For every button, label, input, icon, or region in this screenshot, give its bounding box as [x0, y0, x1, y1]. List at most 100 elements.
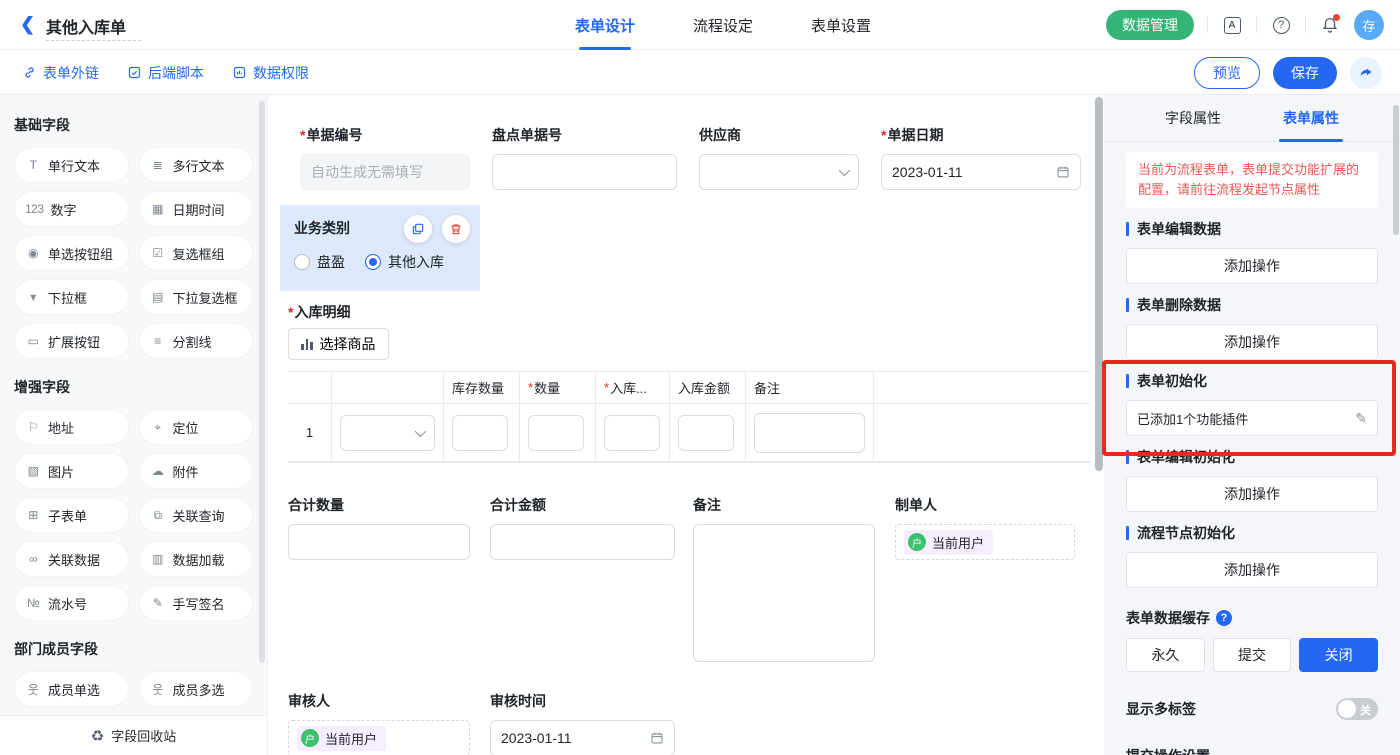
total-qty-input[interactable]: [288, 524, 470, 560]
field-pill[interactable]: ▥ 数据加载: [139, 541, 254, 577]
field-pill[interactable]: ⌖ 定位: [139, 409, 254, 445]
field-auditor[interactable]: 审核人 户 当前用户: [288, 691, 470, 755]
tab-field-properties[interactable]: 字段属性: [1165, 95, 1221, 142]
help-circle-icon[interactable]: ?: [1216, 610, 1232, 626]
member-multi-icon: 웃: [150, 681, 166, 698]
delete-icon[interactable]: [442, 215, 470, 243]
field-total-amt[interactable]: 合计金额: [490, 495, 675, 560]
address-book-icon[interactable]: A: [1221, 14, 1243, 36]
field-check-no[interactable]: 盘点单据号: [492, 125, 677, 190]
share-button[interactable]: [1350, 57, 1382, 89]
delete-data-add-button[interactable]: 添加操作: [1126, 324, 1378, 360]
field-label: 单据日期: [881, 125, 1081, 145]
radio-option-panying[interactable]: 盘盈: [294, 252, 345, 272]
qty-input[interactable]: [528, 415, 584, 451]
field-pill[interactable]: ▤ 下拉复选框: [139, 279, 254, 315]
tab-form-design[interactable]: 表单设计: [575, 0, 635, 50]
header-filler: [874, 372, 1090, 403]
remark-textarea[interactable]: [693, 524, 875, 662]
field-pill[interactable]: ☑ 复选框组: [139, 235, 254, 271]
cache-option-close[interactable]: 关闭: [1299, 638, 1378, 672]
field-pill[interactable]: T 单行文本: [14, 147, 129, 183]
checkbox-group-icon: ☑: [150, 246, 166, 260]
product-select[interactable]: [340, 415, 435, 451]
data-manage-button[interactable]: 数据管理: [1106, 10, 1194, 40]
notification-bell-icon[interactable]: [1319, 14, 1341, 36]
stock-qty-input[interactable]: [452, 415, 508, 451]
field-biz-type-selected[interactable]: 业务类别 盘盈 其他入库: [280, 205, 480, 291]
save-button[interactable]: 保存: [1273, 57, 1337, 89]
supplier-select[interactable]: [699, 154, 859, 190]
edit-pencil-icon[interactable]: ✎: [1355, 410, 1367, 427]
field-audit-time[interactable]: 审核时间 2023-01-11: [490, 691, 675, 755]
inbound-amount-input[interactable]: [678, 415, 734, 451]
field-pill[interactable]: ≣ 多行文本: [139, 147, 254, 183]
header-product: [332, 372, 444, 403]
field-pill[interactable]: ≡ 分割线: [139, 323, 254, 359]
field-pill[interactable]: ▦ 日期时间: [139, 191, 254, 227]
auditor-box[interactable]: 户 当前用户: [288, 720, 470, 755]
field-pill[interactable]: № 流水号: [14, 585, 129, 621]
canvas-scrollbar[interactable]: [1095, 97, 1103, 471]
tab-form-setting[interactable]: 表单设置: [811, 0, 871, 50]
data-permission-button[interactable]: 数据权限: [232, 63, 309, 83]
inbound-input[interactable]: [604, 415, 660, 451]
field-pill-label: 下拉复选框: [173, 288, 238, 307]
cache-option-submit[interactable]: 提交: [1213, 638, 1292, 672]
section-title-member: 部门成员字段: [14, 639, 253, 659]
field-pill[interactable]: ▭ 扩展按钮: [14, 323, 129, 359]
datetime-icon: ▦: [150, 202, 166, 216]
form-init-plugin-box[interactable]: 已添加1个功能插件 ✎: [1126, 400, 1378, 436]
user-avatar[interactable]: 存: [1354, 10, 1384, 40]
total-amt-input[interactable]: [490, 524, 675, 560]
field-pill[interactable]: 123 数字: [14, 191, 129, 227]
field-pill[interactable]: ◉ 单选按钮组: [14, 235, 129, 271]
pick-product-button[interactable]: 选择商品: [288, 328, 389, 360]
help-icon[interactable]: ?: [1270, 14, 1292, 36]
field-doc-date[interactable]: 单据日期 2023-01-11: [881, 125, 1081, 190]
cache-option-forever[interactable]: 永久: [1126, 638, 1205, 672]
doc-no-input[interactable]: [300, 154, 470, 190]
field-pill[interactable]: ⚐ 地址: [14, 409, 129, 445]
creator-box[interactable]: 户 当前用户: [895, 524, 1075, 560]
preview-button[interactable]: 预览: [1194, 57, 1260, 89]
doc-date-input[interactable]: 2023-01-11: [881, 154, 1081, 190]
tab-form-properties[interactable]: 表单属性: [1283, 95, 1339, 142]
field-recycle-bin[interactable]: ♻ 字段回收站: [0, 715, 267, 755]
field-pill[interactable]: ▧ 图片: [14, 453, 129, 489]
edit-data-add-button[interactable]: 添加操作: [1126, 248, 1378, 284]
field-pill[interactable]: ✎ 手写签名: [139, 585, 254, 621]
field-pill[interactable]: ⧉ 关联查询: [139, 497, 254, 533]
field-doc-no[interactable]: 单据编号: [300, 125, 470, 190]
field-supplier[interactable]: 供应商: [699, 125, 859, 190]
node-init-add-button[interactable]: 添加操作: [1126, 552, 1378, 588]
field-pill[interactable]: ▾ 下拉框: [14, 279, 129, 315]
field-pill[interactable]: 웃 成员单选: [14, 671, 129, 707]
field-pill[interactable]: ⊞ 子表单: [14, 497, 129, 533]
copy-icon[interactable]: [404, 215, 432, 243]
detail-label: 入库明细: [288, 302, 350, 322]
single-line-text-icon: T: [25, 158, 41, 172]
check-no-input[interactable]: [492, 154, 677, 190]
sidebar-scrollbar[interactable]: [259, 101, 265, 663]
radio-selected-icon: [365, 254, 381, 270]
tab-flow-setting[interactable]: 流程设定: [693, 0, 753, 50]
signature-icon: ✎: [150, 596, 166, 610]
field-creator[interactable]: 制单人 户 当前用户: [895, 495, 1075, 560]
external-link-button[interactable]: 表单外链: [22, 63, 99, 83]
edit-init-add-button[interactable]: 添加操作: [1126, 476, 1378, 512]
field-pill[interactable]: 웃 成员多选: [139, 671, 254, 707]
field-remark[interactable]: 备注: [693, 495, 875, 665]
field-total-qty[interactable]: 合计数量: [288, 495, 470, 560]
audit-time-input[interactable]: 2023-01-11: [490, 720, 675, 755]
backend-script-button[interactable]: 后端脚本: [127, 63, 204, 83]
section-bar: [1126, 298, 1129, 312]
back-icon[interactable]: ❮: [20, 14, 35, 35]
remark-input[interactable]: [754, 413, 865, 453]
field-pill[interactable]: ☁ 附件: [139, 453, 254, 489]
bar-chart-icon: [301, 338, 313, 350]
radio-option-other-inbound[interactable]: 其他入库: [365, 252, 444, 272]
multi-tab-toggle[interactable]: 关: [1336, 698, 1378, 720]
field-pill[interactable]: ∞ 关联数据: [14, 541, 129, 577]
window-scrollbar[interactable]: [1393, 105, 1399, 235]
